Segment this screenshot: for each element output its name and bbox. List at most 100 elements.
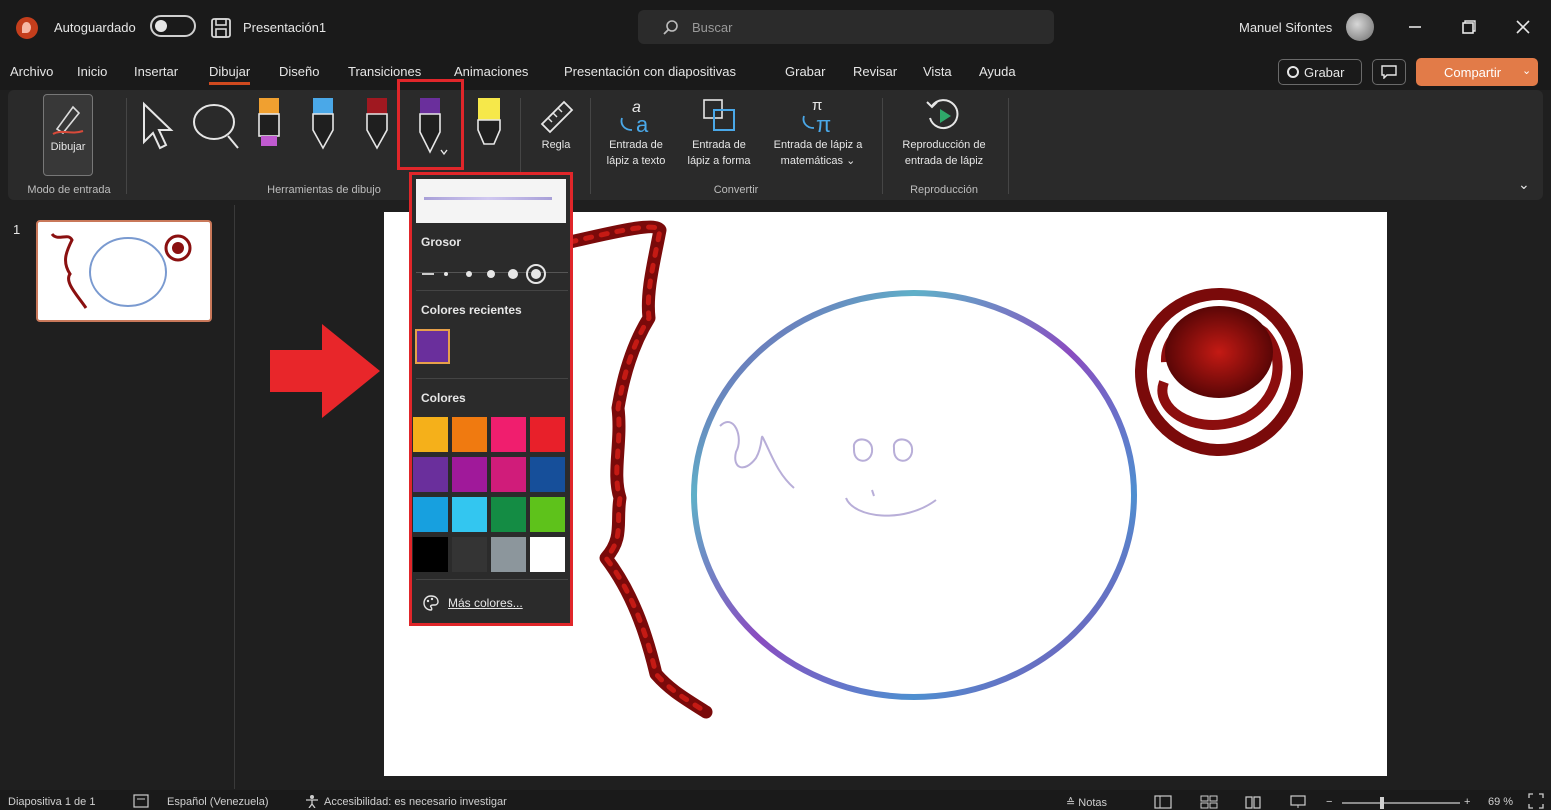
minimize-icon[interactable] [1406, 18, 1424, 36]
pen-purple-icon[interactable] [415, 96, 449, 158]
draw-mode-button[interactable]: Dibujar [43, 94, 93, 176]
thickness-option[interactable] [508, 269, 518, 279]
recent-color-swatch[interactable] [415, 329, 450, 364]
restore-icon[interactable] [1459, 18, 1477, 36]
ink-replay-button[interactable]: Reproducción de entrada de lápiz [886, 137, 1002, 169]
record-icon [1287, 66, 1299, 78]
tab-dibujar[interactable]: Dibujar [209, 64, 251, 85]
notes-button[interactable]: ≙ Notas [1066, 796, 1107, 809]
tab-grabar[interactable]: Grabar [785, 64, 825, 79]
search-icon [663, 20, 678, 35]
color-swatch[interactable] [413, 537, 448, 572]
pen-orange-icon[interactable] [256, 96, 282, 154]
tab-revisar[interactable]: Revisar [853, 64, 897, 79]
ruler-label[interactable]: Regla [530, 137, 582, 153]
color-swatch[interactable] [491, 457, 526, 492]
user-name[interactable]: Manuel Sifontes [1239, 20, 1332, 35]
color-swatch[interactable] [530, 457, 565, 492]
avatar[interactable] [1346, 13, 1374, 41]
record-button[interactable]: Grabar [1278, 59, 1362, 85]
color-swatch[interactable] [452, 417, 487, 452]
ink-to-math-label-2: matemáticas [780, 155, 844, 167]
ink-to-shape-icon[interactable] [700, 96, 740, 136]
zoom-level[interactable]: 69 % [1488, 796, 1513, 808]
tab-archivo[interactable]: Archivo [10, 64, 53, 79]
color-swatch[interactable] [413, 497, 448, 532]
tab-transiciones[interactable]: Transiciones [348, 64, 421, 79]
slide-sorter-icon[interactable] [1200, 795, 1218, 809]
share-button[interactable]: Compartir ⌄ [1416, 58, 1538, 86]
save-icon[interactable] [210, 17, 232, 39]
ink-replay-label-2: entrada de lápiz [904, 155, 984, 167]
autosave-toggle[interactable] [150, 15, 196, 37]
pen-blue-icon[interactable] [310, 96, 336, 154]
tab-presentacion[interactable]: Presentación con diapositivas [564, 64, 736, 79]
zoom-slider[interactable] [1342, 802, 1460, 804]
chevron-down-icon: ⌄ [1522, 65, 1532, 77]
color-swatch[interactable] [530, 497, 565, 532]
lasso-select-icon[interactable] [188, 100, 244, 154]
record-label: Grabar [1304, 65, 1345, 80]
thickness-option[interactable] [466, 271, 472, 277]
search-placeholder: Buscar [692, 20, 733, 35]
tab-inicio[interactable]: Inicio [77, 64, 107, 79]
ribbon-separator [590, 98, 591, 194]
color-swatch[interactable] [491, 497, 526, 532]
color-swatch[interactable] [491, 417, 526, 452]
ink-replay-icon[interactable] [924, 96, 964, 136]
accessibility-status[interactable]: Accesibilidad: es necesario investigar [324, 796, 507, 808]
thickness-option[interactable] [487, 270, 495, 278]
pen-red-icon[interactable] [364, 96, 390, 154]
comments-button[interactable] [1372, 59, 1406, 85]
slideshow-icon[interactable] [1290, 795, 1306, 809]
thickness-option-selected[interactable] [526, 264, 546, 284]
svg-text:a: a [636, 112, 649, 136]
more-colors-link[interactable]: Más colores... [448, 596, 523, 610]
tab-animaciones[interactable]: Animaciones [454, 64, 528, 79]
thickness-label: Grosor [421, 235, 462, 249]
reading-view-icon[interactable] [1245, 795, 1261, 809]
ink-to-math-icon[interactable]: π π [798, 94, 838, 136]
color-swatch[interactable] [530, 537, 565, 572]
ink-to-text-icon[interactable]: a a [616, 96, 656, 136]
highlighter-yellow-icon[interactable] [474, 96, 504, 154]
chevron-down-icon: ⌄ [843, 155, 856, 167]
color-swatch[interactable] [452, 497, 487, 532]
search-box[interactable]: Buscar [638, 10, 1054, 44]
ink-to-text-label-1: Entrada de [609, 139, 663, 151]
zoom-out-button[interactable]: − [1326, 796, 1332, 808]
group-replay: Reproducción [910, 184, 978, 196]
ink-to-shape-button[interactable]: Entrada de lápiz a forma [678, 137, 760, 169]
color-swatch[interactable] [491, 537, 526, 572]
slide-thumbnail[interactable] [36, 220, 212, 322]
zoom-in-button[interactable]: + [1464, 796, 1470, 808]
tab-ayuda[interactable]: Ayuda [979, 64, 1016, 79]
color-swatch[interactable] [452, 457, 487, 492]
tab-diseno[interactable]: Diseño [279, 64, 319, 79]
draw-pen-icon [52, 105, 84, 135]
ink-to-math-button[interactable]: Entrada de lápiz a matemáticas ⌄ [760, 137, 876, 169]
thickness-option-selected-dot [531, 269, 541, 279]
language[interactable]: Español (Venezuela) [167, 796, 269, 808]
fit-to-window-icon[interactable] [1528, 793, 1544, 809]
zoom-slider-thumb[interactable] [1380, 797, 1384, 809]
divider [416, 378, 568, 379]
ribbon-separator [882, 98, 883, 194]
color-swatch[interactable] [452, 537, 487, 572]
ruler-icon[interactable] [538, 98, 576, 134]
spellcheck-icon[interactable] [133, 794, 149, 808]
thickness-option[interactable] [444, 272, 448, 276]
tab-vista[interactable]: Vista [923, 64, 952, 79]
slide-number: 1 [13, 222, 21, 237]
color-swatch[interactable] [530, 417, 565, 452]
normal-view-icon[interactable] [1154, 795, 1172, 809]
ink-to-text-button[interactable]: Entrada de lápiz a texto [596, 137, 676, 169]
select-pointer-icon[interactable] [138, 100, 178, 154]
collapse-ribbon-chevron-icon[interactable]: ⌄ [1518, 176, 1530, 193]
tab-insertar[interactable]: Insertar [134, 64, 178, 79]
thickness-option[interactable] [422, 273, 434, 275]
accessibility-icon[interactable] [304, 794, 320, 808]
color-swatch[interactable] [413, 457, 448, 492]
color-swatch[interactable] [413, 417, 448, 452]
close-icon[interactable] [1514, 18, 1532, 36]
